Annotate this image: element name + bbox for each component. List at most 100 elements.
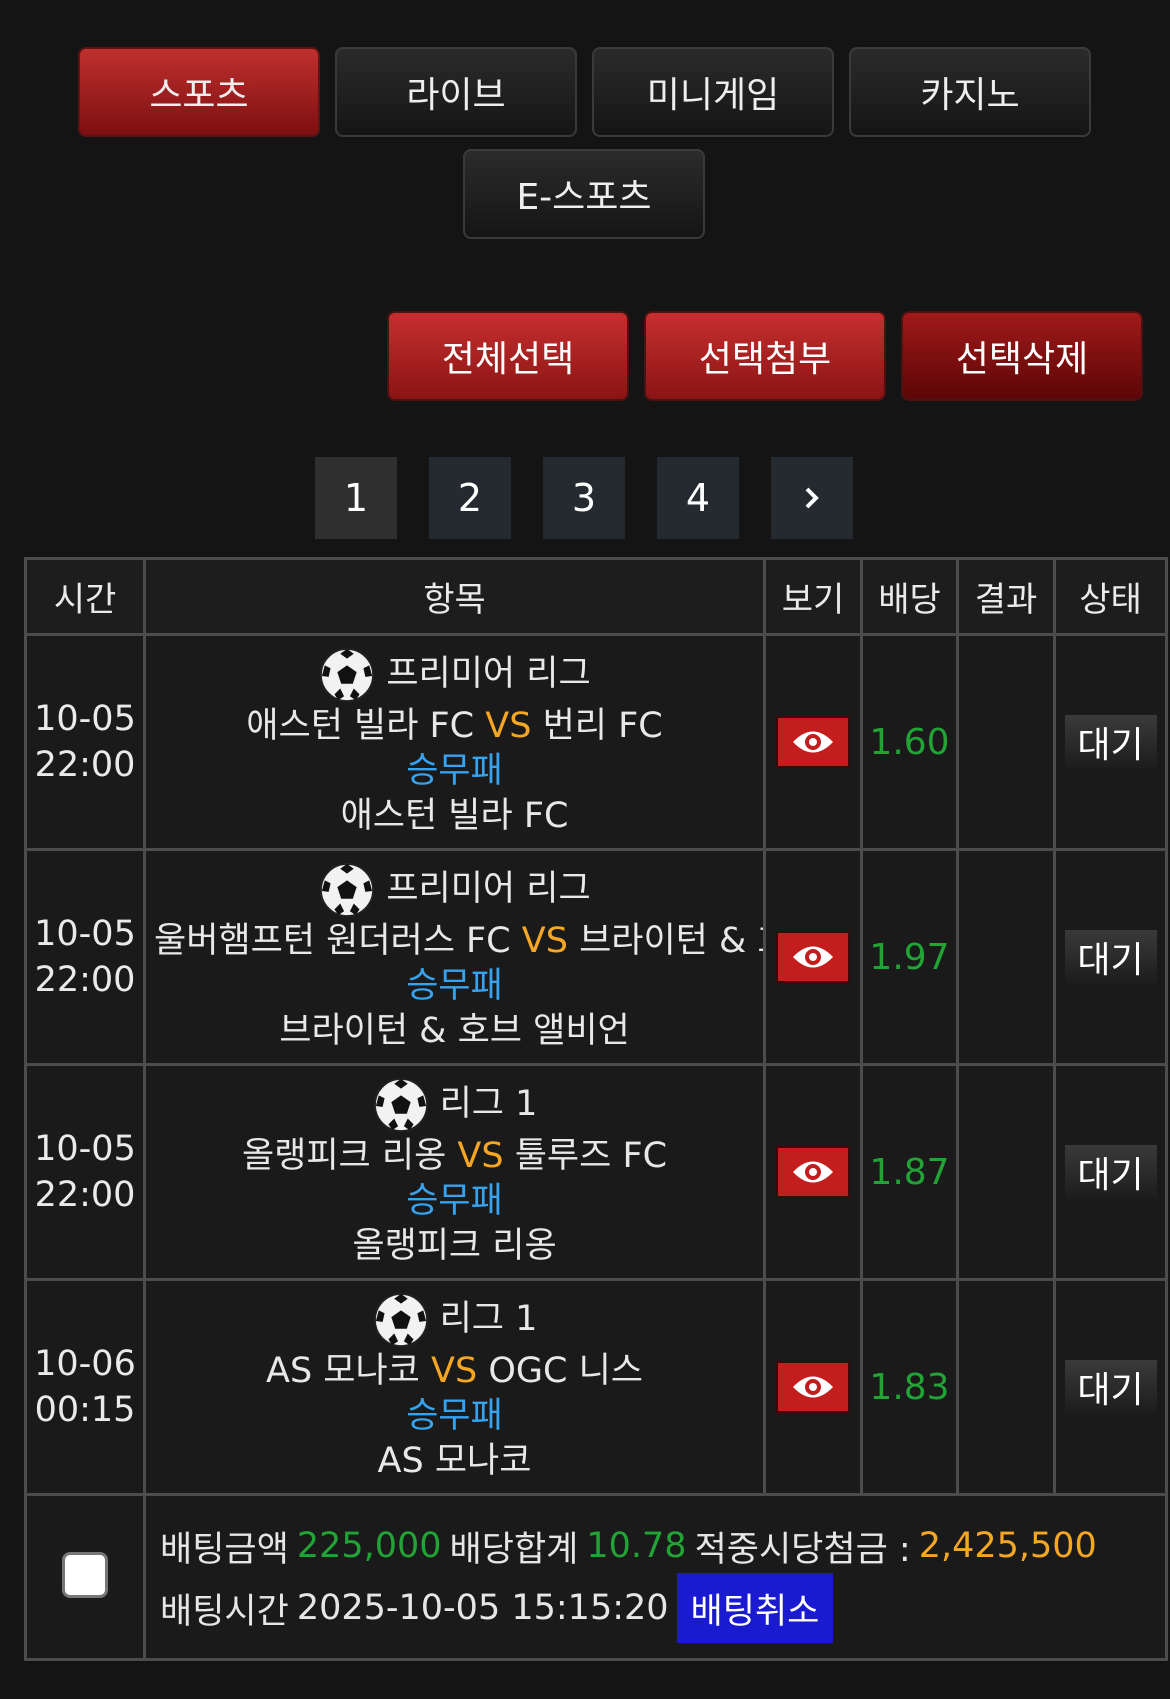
bet-time-label: 배팅시간 [160,1591,289,1632]
payout-amount: 2,425,500 [918,1526,1097,1566]
view-button[interactable] [776,1146,850,1198]
page-number: 3 [571,476,597,520]
page-number: 2 [457,476,483,520]
view-cell [763,1278,863,1496]
status-badge: 대기 [1064,715,1157,769]
page-2-button[interactable]: 2 [429,457,511,539]
match-line: 울버햄프턴 원더러스 FC VS 브라이턴 & 호브 앨비언 [148,919,762,964]
selected-pick: 브라이턴 & 호브 앨비언 [279,1010,630,1051]
tab-casino[interactable]: 카지노 [849,47,1091,137]
away-team: 번리 FC [542,705,663,746]
status-badge: 대기 [1064,1145,1157,1199]
home-team: 애스턴 빌라 FC [246,705,475,746]
tab-label: 스포츠 [149,75,249,116]
vs-label: VS [521,920,568,961]
next-page-button[interactable] [771,457,853,539]
status-cell: 대기 [1053,848,1168,1066]
tab-label: 라이브 [406,75,506,116]
attach-selected-button[interactable]: 선택첨부 [644,311,886,401]
bet-clock: 22:00 [34,960,136,1000]
summary-time-line: 배팅시간 2025-10-05 15:15:20 배팅취소 [160,1573,1165,1643]
result-value [956,1278,1056,1496]
bet-summary-row: 배팅금액 225,000 배당합계 10.78 적중시당첨금 : 2,425,5… [24,1493,1168,1661]
bet-time-value: 2025-10-05 15:15:20 [296,1588,669,1628]
amount-label: 배팅금액 [160,1529,289,1570]
tab-label: 미니게임 [646,75,780,116]
bet-date: 10-05 [34,1129,136,1169]
soccer-ball-icon [373,1292,428,1347]
eye-icon [793,1161,833,1183]
page-number: 4 [685,476,711,520]
view-button[interactable] [776,1361,850,1413]
button-label: 전체선택 [441,339,575,380]
bet-time-cell: 10-05 22:00 [24,633,146,851]
result-value [956,633,1056,851]
home-team: 울버햄프턴 원더러스 FC [154,920,511,961]
soccer-ball-icon [320,647,375,702]
cancel-bet-button[interactable]: 배팅취소 [676,1573,834,1643]
header-time: 시간 [24,557,146,636]
soccer-ball-icon [320,862,375,917]
bet-date: 10-05 [34,699,136,739]
bet-date: 10-05 [34,914,136,954]
market-type: 승무패 [406,1180,503,1221]
page-1-button[interactable]: 1 [315,457,397,539]
bet-time-cell: 10-05 22:00 [24,848,146,1066]
bet-history-table: 시간 항목 보기 배당 결과 상태 10-05 22:00 프리미어 리그 애스턴… [24,557,1168,1661]
payout-label: 적중시당첨금 : [694,1529,911,1570]
bet-item-cell: 리그 1 AS 모나코 VS OGC 니스 승무패 AS 모나코 [143,1278,766,1496]
checkbox-cell [24,1493,146,1661]
market-type: 승무패 [406,965,503,1006]
odds-value: 1.97 [860,848,959,1066]
view-button[interactable] [776,931,850,983]
league-name: 리그 1 [439,1084,538,1124]
status-badge: 대기 [1064,930,1157,984]
tab-label: 카지노 [920,75,1020,116]
tab-live[interactable]: 라이브 [335,47,577,137]
bet-item-cell: 리그 1 올랭피크 리옹 VS 툴루즈 FC 승무패 올랭피크 리옹 [143,1063,766,1281]
status-cell: 대기 [1053,633,1168,851]
selected-pick: 애스턴 빌라 FC [340,795,569,836]
bet-summary: 배팅금액 225,000 배당합계 10.78 적중시당첨금 : 2,425,5… [143,1493,1168,1661]
table-row: 10-06 00:15 리그 1 AS 모나코 VS OGC 니스 승무패 AS … [24,1278,1168,1496]
status-cell: 대기 [1053,1063,1168,1281]
header-item: 항목 [143,557,766,636]
vs-label: VS [457,1135,504,1176]
tab-sports[interactable]: 스포츠 [78,47,320,137]
header-result: 결과 [956,557,1056,636]
tab-label: E-스포츠 [516,177,652,218]
table-header-row: 시간 항목 보기 배당 결과 상태 [24,557,1168,636]
odds-total: 10.78 [586,1526,687,1566]
result-value [956,848,1056,1066]
header-odds: 배당 [860,557,959,636]
table-row: 10-05 22:00 프리미어 리그 애스턴 빌라 FC VS 번리 FC 승무… [24,633,1168,851]
selected-pick: AS 모나코 [377,1440,532,1481]
tab-esports[interactable]: E-스포츠 [463,149,705,239]
match-line: AS 모나코 VS OGC 니스 [148,1349,762,1394]
view-cell [763,633,863,851]
select-all-button[interactable]: 전체선택 [387,311,629,401]
page-4-button[interactable]: 4 [657,457,739,539]
odds-value: 1.60 [860,633,959,851]
page-3-button[interactable]: 3 [543,457,625,539]
bet-clock: 22:00 [34,745,136,785]
away-team: 툴루즈 FC [514,1135,668,1176]
chevron-right-icon [805,487,819,509]
status-cell: 대기 [1053,1278,1168,1496]
select-checkbox[interactable] [62,1552,108,1598]
home-team: 올랭피크 리옹 [241,1135,447,1176]
bet-time-cell: 10-05 22:00 [24,1063,146,1281]
eye-icon [793,731,833,753]
league-name: 프리미어 리그 [386,654,591,694]
odds-value: 1.83 [860,1278,959,1496]
view-button[interactable] [776,716,850,768]
market-type: 승무패 [406,1395,503,1436]
tab-minigame[interactable]: 미니게임 [592,47,834,137]
bet-item-cell: 프리미어 리그 울버햄프턴 원더러스 FC VS 브라이턴 & 호브 앨비언 승… [143,848,766,1066]
odds-total-label: 배당합계 [449,1529,579,1570]
vs-label: VS [431,1350,478,1391]
delete-selected-button[interactable]: 선택삭제 [901,311,1143,401]
away-team: OGC 니스 [488,1350,643,1391]
match-line: 애스턴 빌라 FC VS 번리 FC [148,704,762,749]
bet-clock: 00:15 [34,1390,136,1430]
